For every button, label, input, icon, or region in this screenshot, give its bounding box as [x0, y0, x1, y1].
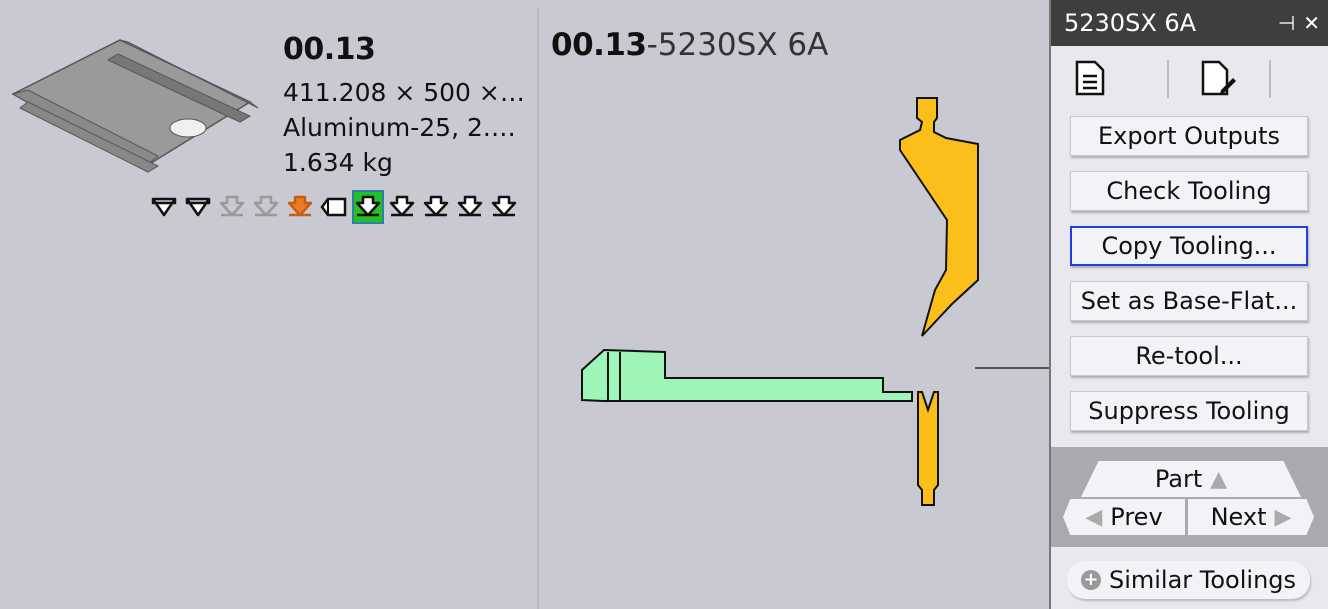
check-tooling-button[interactable]: Check Tooling [1070, 171, 1308, 211]
set-base-flat-button[interactable]: Set as Base-Flat... [1070, 281, 1308, 321]
part-up-button[interactable]: Part ▲ [1081, 461, 1301, 497]
copy-tooling-button[interactable]: Copy Tooling... [1070, 226, 1308, 266]
part-info-pane: 00.13 411.208 × 500 ×… Aluminum-25, 2.… … [0, 0, 537, 609]
bend-icon-10[interactable] [454, 190, 486, 224]
part-dimensions: 411.208 × 500 ×… [283, 78, 525, 107]
bend-icon-8[interactable] [386, 190, 418, 224]
prev-button[interactable]: ◀ Prev [1063, 499, 1185, 535]
bend-icon-3[interactable] [216, 190, 248, 224]
bend-icon-2[interactable] [182, 190, 214, 224]
tooling-view[interactable] [560, 80, 1060, 520]
pane-divider[interactable] [537, 8, 539, 609]
bend-sequence-bar [148, 190, 520, 226]
similar-toolings-button[interactable]: + Similar Toolings [1067, 561, 1310, 599]
next-button[interactable]: Next ▶ [1188, 499, 1314, 535]
part-thumbnail-icon[interactable] [8, 30, 266, 190]
bend-icon-6[interactable] [318, 190, 350, 224]
bend-icon-1[interactable] [148, 190, 180, 224]
bend-icon-5[interactable] [284, 190, 316, 224]
bend-icon-7[interactable] [352, 190, 384, 224]
retool-button[interactable]: Re-tool... [1070, 336, 1308, 376]
panel-header: 5230SX 6A ⊣ ✕ [1051, 0, 1328, 46]
view-title-part: 00.13 [551, 27, 647, 63]
pin-icon[interactable]: ⊣ [1278, 11, 1295, 35]
prev-label: Prev [1110, 503, 1163, 531]
suppress-tooling-button[interactable]: Suppress Tooling [1070, 391, 1308, 431]
next-label: Next [1210, 503, 1267, 531]
arrow-up-icon: ▲ [1210, 466, 1228, 492]
export-outputs-button[interactable]: Export Outputs [1070, 116, 1308, 156]
part-weight: 1.634 kg [283, 148, 393, 177]
part-material: Aluminum-25, 2.… [283, 113, 516, 142]
view-title: 00.13-5230SX 6A [551, 27, 828, 63]
close-icon[interactable]: ✕ [1303, 11, 1320, 35]
panel-icon-row [1051, 46, 1328, 112]
tooling-panel: 5230SX 6A ⊣ ✕ Export Outputs Check Tooli… [1049, 0, 1328, 609]
bend-icon-9[interactable] [420, 190, 452, 224]
similar-toolings-label: Similar Toolings [1108, 566, 1297, 594]
part-navigation: Part ▲ ◀ Prev Next ▶ [1051, 447, 1328, 547]
panel-title: 5230SX 6A [1064, 9, 1197, 37]
bend-icon-4[interactable] [250, 190, 282, 224]
part-label: Part [1154, 465, 1203, 493]
arrow-left-icon: ◀ [1085, 504, 1103, 530]
edit-document-icon[interactable] [1199, 60, 1237, 98]
back-gauge-shape [581, 348, 913, 402]
upper-punch-shape [899, 97, 979, 337]
arrow-right-icon: ▶ [1274, 504, 1292, 530]
plus-icon: + [1080, 570, 1101, 590]
icon-separator [1167, 60, 1169, 98]
icon-separator [1269, 60, 1271, 98]
bend-icon-11[interactable] [488, 190, 520, 224]
view-title-machine: -5230SX 6A [646, 27, 829, 63]
document-icon[interactable] [1073, 60, 1107, 96]
part-name: 00.13 [283, 32, 376, 67]
lower-die-shape [917, 391, 939, 506]
